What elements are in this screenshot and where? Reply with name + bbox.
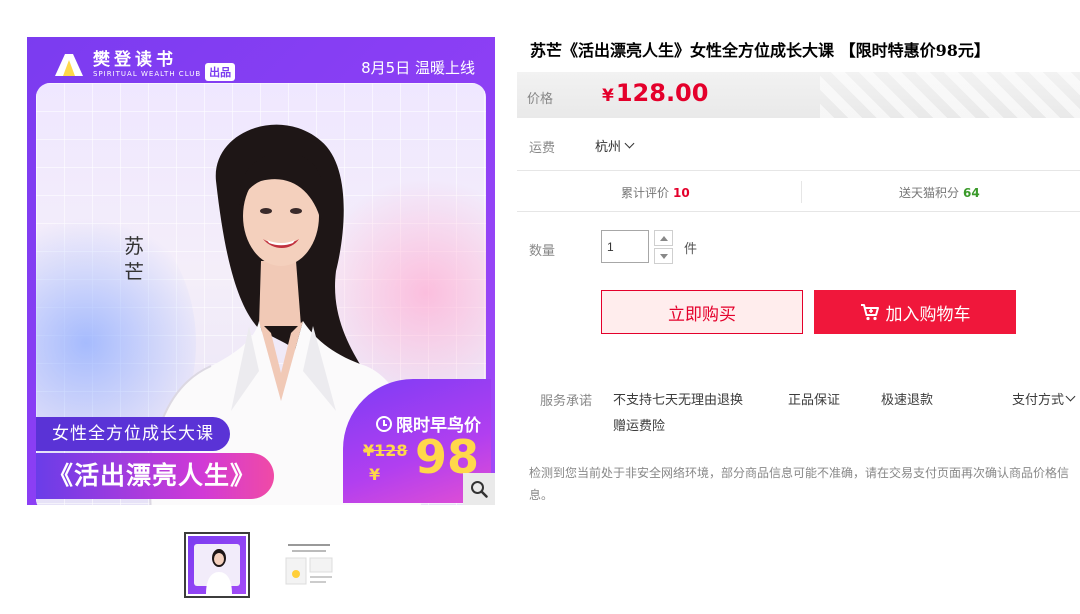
launch-date: 8月5日 温暖上线: [361, 59, 475, 77]
security-notice: 检测到您当前处于非安全网络环境，部分商品信息可能不准确，请在交易支付页面再次确认…: [529, 466, 1070, 502]
quantity-label: 数量: [529, 244, 556, 259]
reviews-stat[interactable]: 累计评价 10: [621, 184, 690, 201]
service-item[interactable]: 不支持七天无理由退换: [613, 389, 743, 408]
stats-row: 累计评价 10 送天猫积分 64: [517, 170, 1080, 212]
buy-now-button[interactable]: 立即购买: [601, 290, 803, 334]
points-label: 送天猫积分: [899, 186, 960, 200]
service-item[interactable]: 极速退款: [881, 389, 933, 408]
payment-method-label: 支付方式: [1012, 393, 1065, 408]
brand-tag: 出品: [205, 63, 236, 81]
magnifier-icon: [471, 481, 488, 498]
points-count: 64: [963, 186, 980, 200]
quantity-input[interactable]: [601, 230, 649, 263]
service-label: 服务承诺: [540, 394, 593, 409]
reviews-label: 累计评价: [621, 186, 670, 200]
price-value: ¥128.00: [602, 79, 708, 107]
person-name: 苏芒: [124, 234, 144, 284]
thumbnail-list: [184, 532, 340, 598]
service-item[interactable]: 正品保证: [788, 389, 840, 408]
sale-currency: ¥: [369, 465, 381, 484]
main-product-image[interactable]: 樊登读书 SPIRITUAL WEALTH CLUB 出品 8月5日 温暖上线: [27, 37, 495, 505]
thumbnail-1[interactable]: [184, 532, 250, 598]
triangle-up-icon: [659, 235, 668, 241]
thumbnail-doc-icon: [285, 544, 333, 585]
shipping-label: 运费: [529, 141, 556, 156]
zoom-button[interactable]: [463, 473, 495, 505]
brand-subtitle: SPIRITUAL WEALTH CLUB: [93, 70, 202, 78]
shipping-city: 杭州: [595, 140, 622, 155]
course-subtitle: 女性全方位成长大课: [36, 417, 230, 451]
triangle-down-icon: [659, 253, 668, 259]
brand-logo-group: 樊登读书 SPIRITUAL WEALTH CLUB 出品: [53, 49, 236, 81]
cart-icon: [860, 304, 879, 321]
product-title: 苏芒《活出漂亮人生》女性全方位成长大课 【限时特惠价98元】: [530, 41, 990, 60]
brand-name: 樊登读书: [93, 50, 177, 70]
thumbnail-portrait-icon: [206, 549, 232, 594]
original-price: ¥128: [363, 441, 408, 460]
price-amount: 128.00: [615, 79, 709, 107]
service-item[interactable]: 赠运费险: [613, 415, 665, 434]
add-to-cart-label: 加入购物车: [885, 304, 971, 325]
add-to-cart-button[interactable]: 加入购物车: [814, 290, 1016, 334]
shipping-city-select[interactable]: 杭州: [595, 136, 635, 155]
chevron-down-icon: [1065, 391, 1076, 402]
thumbnail-2[interactable]: [274, 532, 340, 598]
quantity-increase-button[interactable]: [654, 230, 673, 246]
clock-icon: [376, 415, 392, 432]
price-currency: ¥: [602, 86, 614, 106]
quantity-unit: 件: [684, 242, 698, 257]
payment-method-select[interactable]: 支付方式: [1012, 389, 1076, 408]
book-logo-icon: [55, 54, 83, 76]
points-stat: 送天猫积分 64: [899, 184, 980, 201]
chevron-down-icon: [624, 138, 635, 149]
price-label: 价格: [527, 92, 554, 107]
quantity-decrease-button[interactable]: [654, 248, 673, 264]
reviews-count: 10: [673, 186, 690, 200]
course-title: 《活出漂亮人生》: [36, 453, 275, 499]
